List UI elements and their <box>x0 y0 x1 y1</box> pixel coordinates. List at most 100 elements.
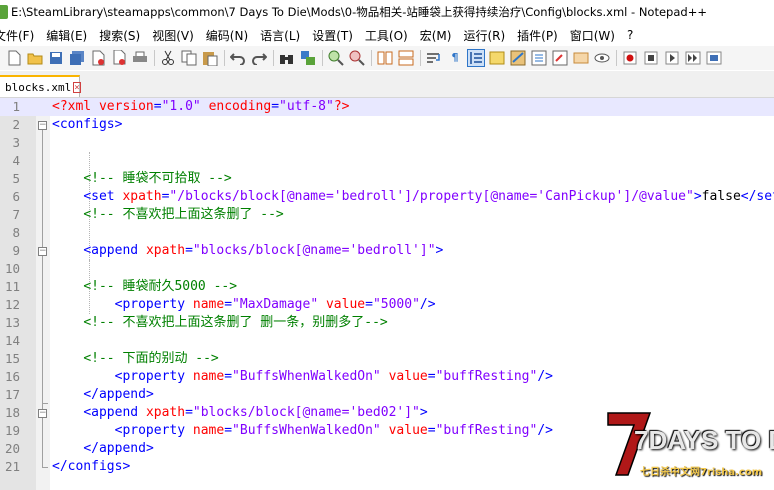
code-text: <!-- 不喜欢把上面这条删了 删一条，别删多了--> <box>83 315 388 330</box>
line-number: 17 <box>4 387 20 402</box>
line-number: 14 <box>4 333 20 348</box>
folder-workspace-icon[interactable] <box>552 50 568 66</box>
code-text: </configs> <box>52 459 131 474</box>
line-number: 10 <box>4 261 20 276</box>
code-line: 10 <box>0 260 774 278</box>
code-line: 4 <box>0 152 774 170</box>
paste-icon[interactable] <box>202 50 218 66</box>
line-number: 3 <box>12 135 20 150</box>
doc-map-icon[interactable] <box>510 50 526 66</box>
menu-plugins[interactable]: 插件(P) <box>514 27 567 44</box>
code-line: 14 <box>0 332 774 350</box>
line-number: 20 <box>4 441 20 456</box>
code-line: 13 <!-- 不喜欢把上面这条删了 删一条，别删多了--> <box>0 314 774 332</box>
tab-bar: blocks.xml × <box>0 71 774 98</box>
monitoring-icon[interactable] <box>573 50 589 66</box>
line-number: 19 <box>4 423 20 438</box>
line-number: 16 <box>4 369 20 384</box>
line-number: 5 <box>12 171 20 186</box>
stop-record-icon[interactable] <box>643 50 659 66</box>
save-icon[interactable] <box>48 50 64 66</box>
sync-vertical-icon[interactable] <box>377 50 393 66</box>
save-all-icon[interactable] <box>69 50 85 66</box>
menu-run[interactable]: 运行(R) <box>460 27 514 44</box>
code-text: <set xpath="/blocks/block[@name='bedroll… <box>83 189 774 204</box>
code-text: <!-- 睡袋不可拾取 --> <box>83 171 232 186</box>
menu-file[interactable]: 文件(F) <box>0 27 43 44</box>
save-macro-icon[interactable] <box>706 50 722 66</box>
code-line: 15 <!-- 下面的别动 --> <box>0 350 774 368</box>
menu-encoding[interactable]: 编码(N) <box>203 27 257 44</box>
indent-guide-icon[interactable] <box>467 49 485 67</box>
eye-icon[interactable] <box>594 50 610 66</box>
print-icon[interactable] <box>132 50 148 66</box>
code-text: <!-- 睡袋耐久5000 --> <box>83 279 238 294</box>
tab-close-icon[interactable]: × <box>73 81 81 93</box>
menu-edit[interactable]: 编辑(E) <box>43 27 96 44</box>
code-text: </append> <box>83 387 154 402</box>
menu-macro[interactable]: 宏(M) <box>417 27 461 44</box>
menu-help[interactable]: ? <box>624 28 642 42</box>
toolbar: ¶ <box>0 46 774 70</box>
code-line: 16 <property name="BuffsWhenWalkedOn" va… <box>0 368 774 386</box>
code-text: <property name="BuffsWhenWalkedOn" value… <box>114 369 553 384</box>
close-icon[interactable] <box>90 50 106 66</box>
title-bar: E:\SteamLibrary\steamapps\common\7 Days … <box>0 0 774 24</box>
line-number: 4 <box>12 153 20 168</box>
code-line: 2 <configs> <box>0 116 774 134</box>
line-number: 12 <box>4 297 20 312</box>
watermark-logo-text: 7DAYS TO DIE <box>634 425 774 455</box>
code-line: 17 </append> <box>0 386 774 404</box>
menu-search[interactable]: 搜索(S) <box>96 27 149 44</box>
cut-icon[interactable] <box>160 50 176 66</box>
show-all-chars-icon[interactable]: ¶ <box>447 50 463 66</box>
window-title: E:\SteamLibrary\steamapps\common\7 Days … <box>11 5 707 19</box>
line-number: 11 <box>4 279 20 294</box>
code-text: <configs> <box>52 117 123 132</box>
line-number: 13 <box>4 315 20 330</box>
menu-bar: 文件(F) 编辑(E) 搜索(S) 视图(V) 编码(N) 语言(L) 设置(T… <box>0 24 774 46</box>
line-number: 18 <box>4 405 20 420</box>
redo-icon[interactable] <box>251 50 267 66</box>
code-text: </append> <box>83 441 154 456</box>
code-line: 1 <?xml version="1.0" encoding="utf-8"?> <box>0 98 774 116</box>
play-multiple-icon[interactable] <box>685 50 701 66</box>
code-text: <append xpath="blocks/block[@name='bedro… <box>83 243 444 258</box>
line-number: 6 <box>12 189 20 204</box>
code-line: 6 <set xpath="/blocks/block[@name='bedro… <box>0 188 774 206</box>
udl-icon[interactable] <box>489 50 505 66</box>
code-line: 5 <!-- 睡袋不可拾取 --> <box>0 170 774 188</box>
code-text: <!-- 下面的别动 --> <box>83 351 219 366</box>
record-macro-icon[interactable] <box>622 50 638 66</box>
copy-icon[interactable] <box>181 50 197 66</box>
find-icon[interactable] <box>279 50 295 66</box>
menu-window[interactable]: 窗口(W) <box>567 27 624 44</box>
line-number: 9 <box>12 243 20 258</box>
toolbar-separator <box>420 50 421 66</box>
undo-icon[interactable] <box>230 50 246 66</box>
line-number: 21 <box>4 459 20 474</box>
zoom-in-icon[interactable] <box>328 50 344 66</box>
line-number: 7 <box>12 207 20 222</box>
open-file-icon[interactable] <box>27 50 43 66</box>
code-text: <append xpath="blocks/block[@name='bed02… <box>83 405 428 420</box>
watermark-logo: 7DAYS TO DIE 七日杀中文网7risha.com <box>604 405 774 485</box>
menu-language[interactable]: 语言(L) <box>257 27 309 44</box>
toolbar-separator <box>322 50 323 66</box>
word-wrap-icon[interactable] <box>426 50 442 66</box>
line-number: 8 <box>12 225 20 240</box>
sync-horizontal-icon[interactable] <box>398 50 414 66</box>
function-list-icon[interactable] <box>531 50 547 66</box>
new-file-icon[interactable] <box>6 50 22 66</box>
toolbar-separator <box>371 50 372 66</box>
play-macro-icon[interactable] <box>664 50 680 66</box>
tab-blocks-xml[interactable]: blocks.xml × <box>0 75 81 97</box>
menu-tools[interactable]: 工具(O) <box>362 27 417 44</box>
zoom-out-icon[interactable] <box>349 50 365 66</box>
replace-icon[interactable] <box>300 50 316 66</box>
menu-settings[interactable]: 设置(T) <box>309 27 362 44</box>
notepadpp-icon <box>0 5 8 19</box>
toolbar-separator <box>616 50 617 66</box>
close-all-icon[interactable] <box>111 50 127 66</box>
menu-view[interactable]: 视图(V) <box>149 27 203 44</box>
